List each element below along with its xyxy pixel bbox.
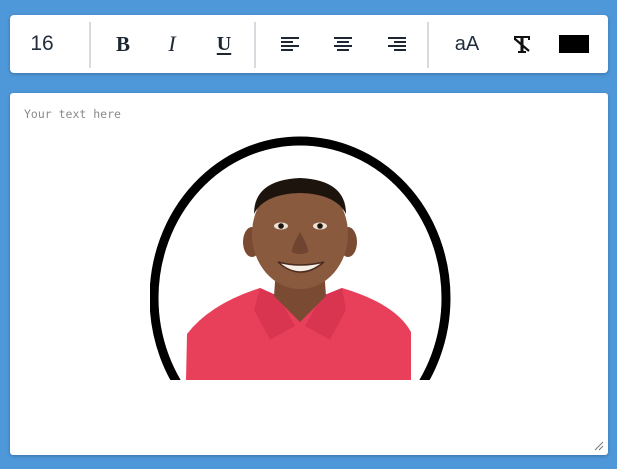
- text-editor[interactable]: Your text here: [10, 93, 608, 455]
- align-center-button[interactable]: [329, 15, 357, 73]
- color-swatch: [559, 35, 589, 53]
- text-color-button[interactable]: [556, 15, 592, 73]
- bold-button[interactable]: B: [109, 15, 137, 73]
- align-center-icon: [334, 37, 352, 51]
- align-right-button[interactable]: [383, 15, 411, 73]
- editor-placeholder: Your text here: [24, 107, 121, 121]
- italic-button[interactable]: I: [158, 15, 186, 73]
- align-left-button[interactable]: [276, 15, 304, 73]
- clear-format-icon: [514, 36, 530, 53]
- align-left-icon: [281, 37, 299, 51]
- text-case-button[interactable]: aA: [448, 15, 486, 73]
- resize-handle[interactable]: [594, 441, 604, 451]
- font-size-selector[interactable]: 16: [18, 15, 66, 73]
- toolbar-divider: [89, 22, 91, 68]
- portrait-image: [150, 136, 451, 380]
- clear-format-button[interactable]: [507, 15, 537, 73]
- formatting-toolbar: 16 B I U aA: [10, 15, 608, 73]
- toolbar-divider: [254, 22, 256, 68]
- align-right-icon: [388, 37, 406, 51]
- underline-button[interactable]: U: [210, 15, 238, 73]
- toolbar-divider: [427, 22, 429, 68]
